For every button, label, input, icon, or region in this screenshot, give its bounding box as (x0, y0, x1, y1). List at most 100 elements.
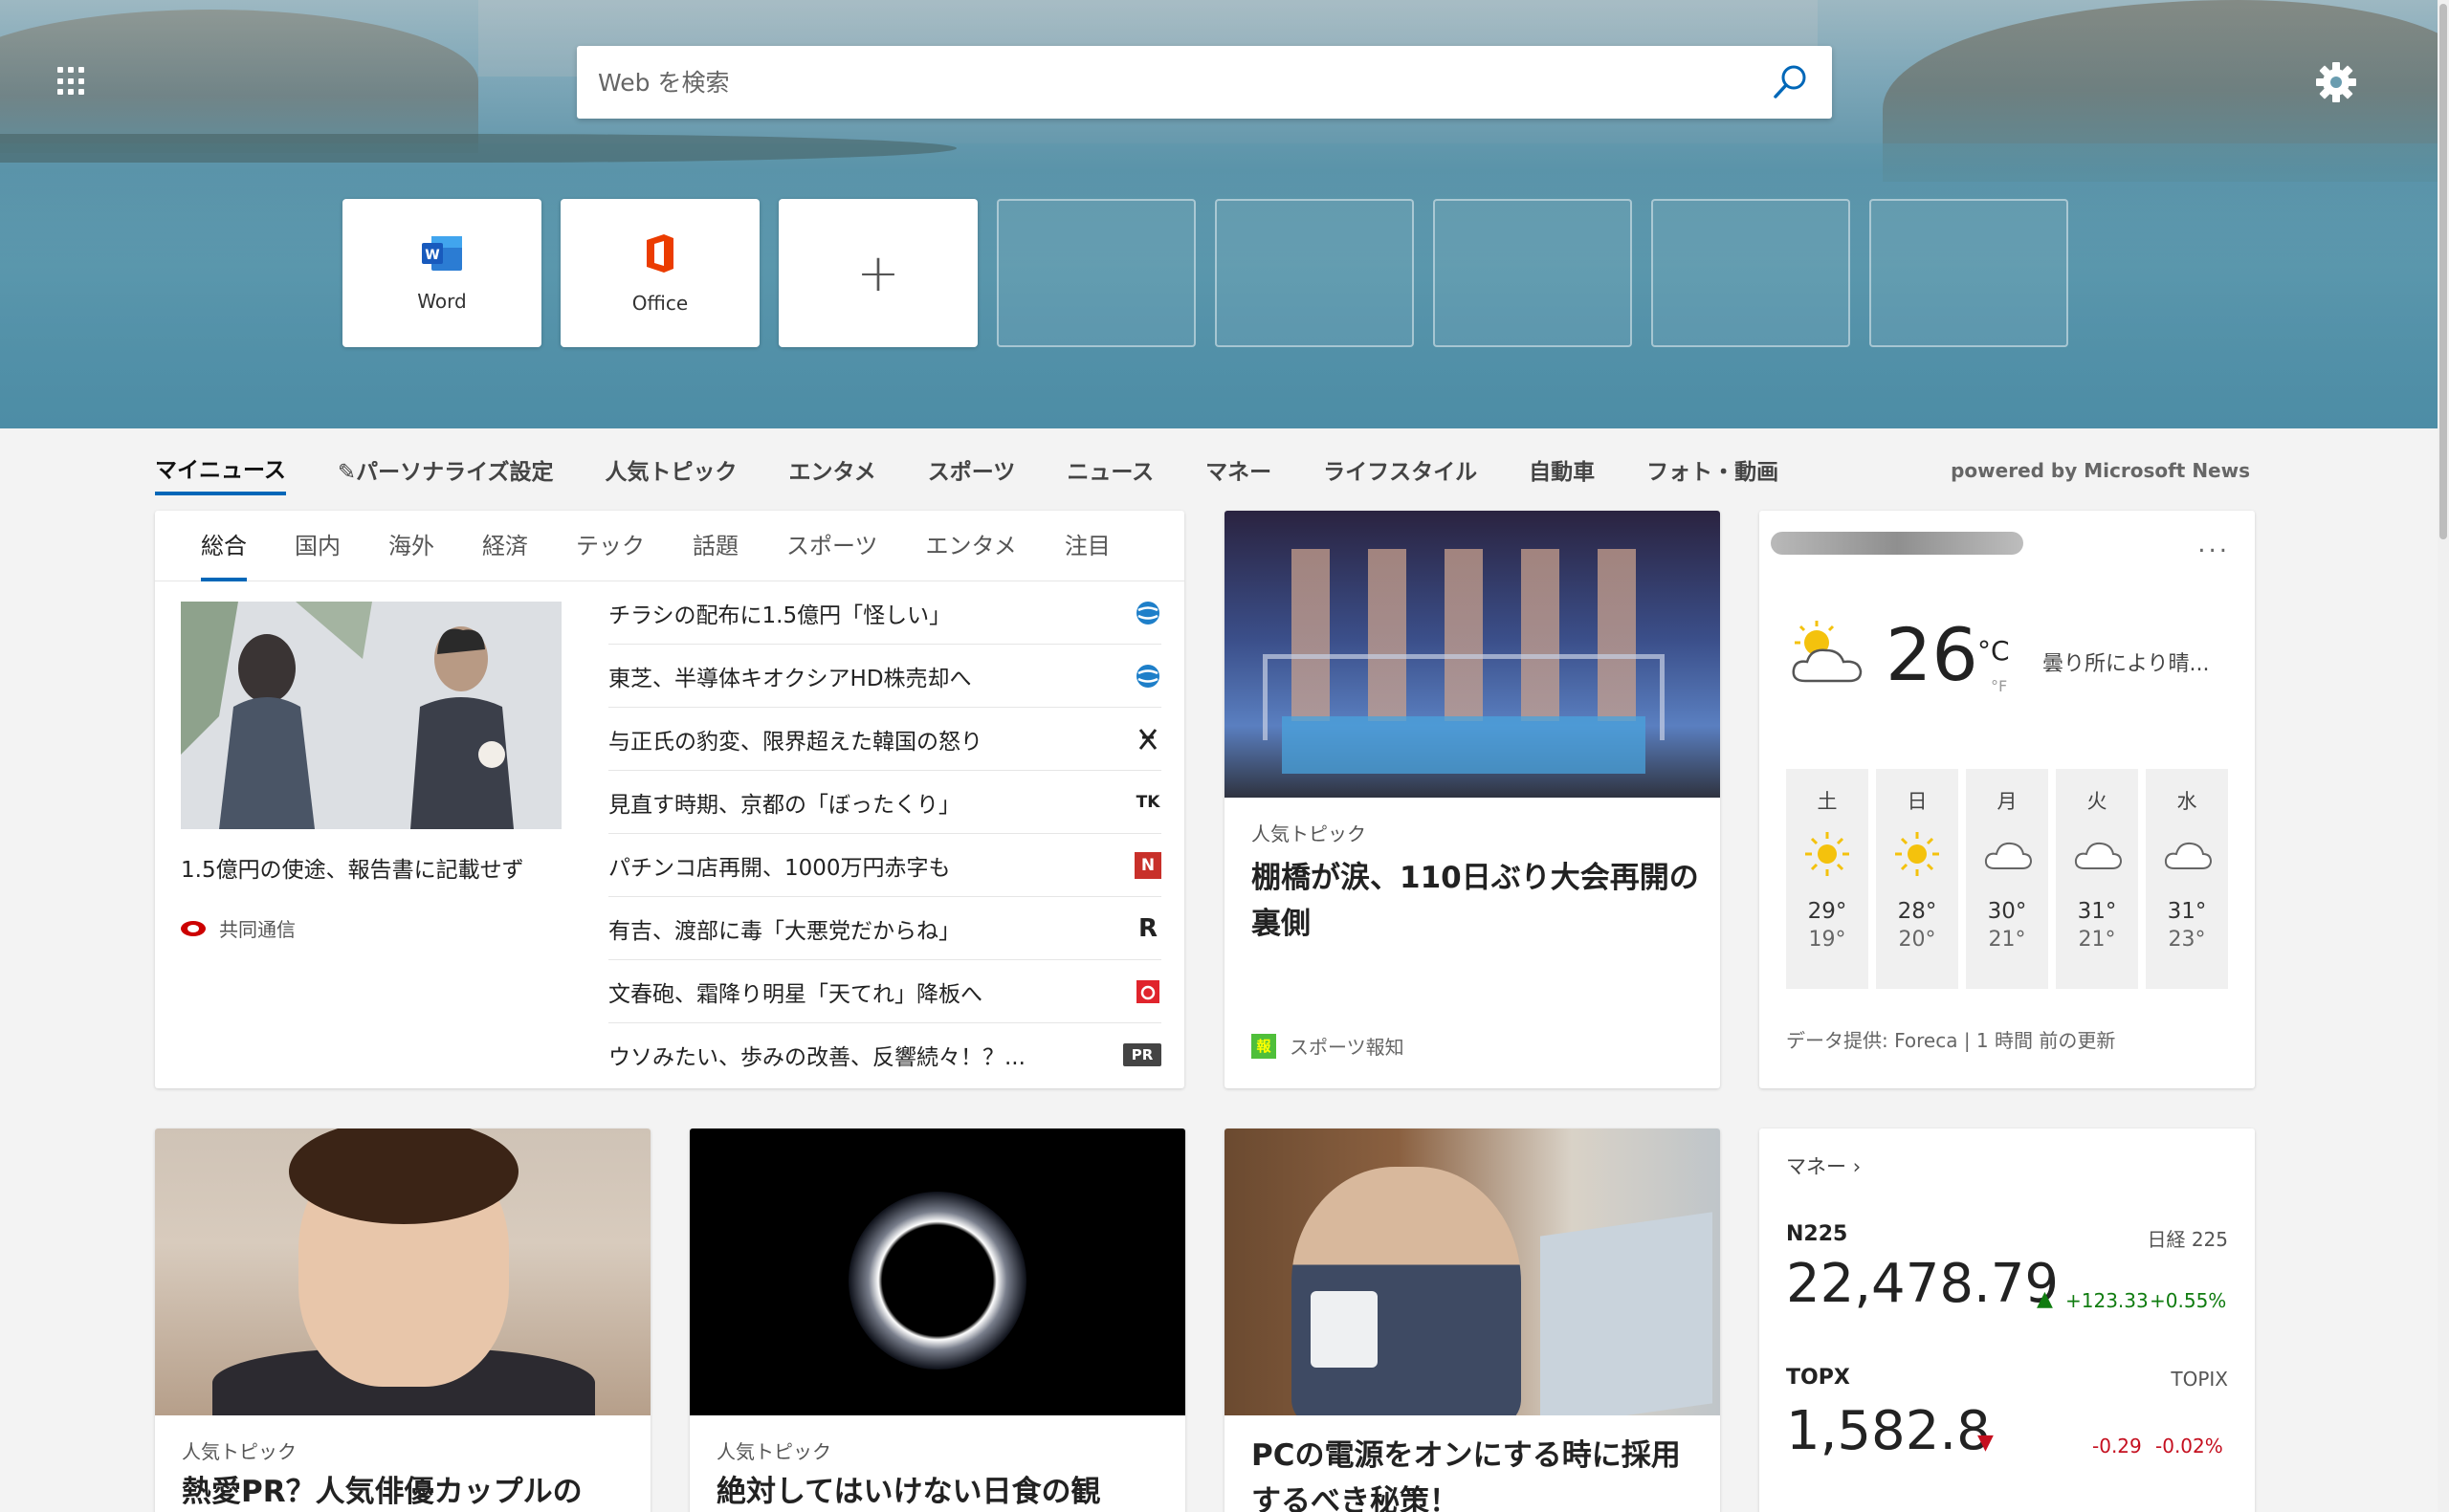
bunshun-logo-icon (1136, 979, 1159, 1003)
unit-fahrenheit[interactable]: °F (1991, 677, 2007, 695)
news-list-item[interactable]: 文春砲、霜降り明星「天てれ」降板へ (608, 960, 1161, 1023)
ring-mat (1282, 716, 1645, 774)
quick-links: W Word Office + (342, 199, 2068, 347)
nav-money[interactable]: マネー (1205, 453, 1271, 493)
forecast-day-name: 日 (1907, 790, 1928, 813)
subtab-world[interactable]: 海外 (388, 511, 434, 581)
money-header-link[interactable]: マネー › (1786, 1151, 1861, 1180)
forecast-day[interactable]: 土 29° 19° (1786, 769, 1868, 989)
news-list: チラシの配布に1.5億円「怪しい」 東芝、半導体キオクシアHD株売却へ 与正氏の… (608, 581, 1161, 1086)
news-list-item[interactable]: パチンコ店再開、1000万円赤字も N (608, 834, 1161, 897)
news-card-title[interactable]: 熱愛PR？人気俳優カップルの (182, 1469, 631, 1512)
partly-sunny-icon (1792, 621, 1863, 683)
powered-by-label: powered by Microsoft News (1951, 459, 2250, 482)
search-input[interactable] (598, 68, 1769, 97)
add-quick-link-button[interactable]: + (779, 199, 978, 347)
forecast-day[interactable]: 火 31° 21° (2056, 769, 2138, 989)
search-icon[interactable] (1769, 61, 1811, 103)
pr-badge: PR (1123, 1043, 1161, 1066)
feature-source: 報 スポーツ報知 (1251, 1032, 1404, 1060)
index-symbol[interactable]: N225 (1786, 1222, 1847, 1246)
subtab-topics[interactable]: 話題 (693, 511, 739, 581)
forecast-high: 29° (1807, 899, 1847, 924)
quick-link-word[interactable]: W Word (342, 199, 541, 347)
news-list-item[interactable]: 東芝、半導体キオクシアHD株売却へ (608, 645, 1161, 708)
nav-news[interactable]: ニュース (1067, 453, 1154, 493)
headline-source-name: 共同通信 (219, 918, 296, 941)
headline-photo (181, 602, 562, 829)
news-card[interactable]: 人気トピック 熱愛PR？人気俳優カップルの (155, 1129, 651, 1512)
subtab-featured[interactable]: 注目 (1065, 511, 1111, 581)
empty-quick-link-slot (1433, 199, 1632, 347)
forecast-day[interactable]: 月 30° 21° (1966, 769, 2048, 989)
apps-grid-icon[interactable] (55, 65, 88, 98)
search-box (577, 46, 1832, 119)
office-icon (647, 233, 673, 273)
empty-quick-link-slot (1869, 199, 2068, 347)
forecast-high: 31° (2167, 899, 2207, 924)
up-arrow-icon: ▲ (2037, 1287, 2053, 1311)
plus-icon: + (856, 242, 900, 303)
news-list-title: 見直す時期、京都の「ぼったくり」 (608, 792, 960, 818)
subtab-tech[interactable]: テック (576, 511, 645, 581)
unit-celsius[interactable]: °C (1977, 635, 2010, 667)
index-change-percent: -0.02% (2155, 1435, 2223, 1457)
index-change: -0.29 (2092, 1435, 2142, 1457)
weather-description: 曇り所により晴... (2042, 652, 2210, 676)
empty-quick-link-slot (997, 199, 1196, 347)
empty-quick-link-slot (1651, 199, 1850, 347)
subtab-sports[interactable]: スポーツ (786, 511, 878, 581)
subtab-entertainment[interactable]: エンタメ (926, 511, 1017, 581)
pencil-icon: ✎ (337, 460, 357, 485)
subtab-general[interactable]: 総合 (201, 511, 247, 581)
cloud-icon (2074, 842, 2123, 869)
news-card-tag: 人気トピック (182, 1440, 297, 1463)
index-symbol[interactable]: TOPX (1786, 1366, 1850, 1390)
svg-text:W: W (425, 248, 439, 263)
forecast-day-name: 水 (2176, 790, 2197, 813)
weather-forecast: 土 29° 19° 日 28° 20° 月 30° 21° 火 31° 21° … (1786, 769, 2228, 989)
headline-image[interactable] (181, 602, 562, 829)
feature-title[interactable]: 棚橋が涙、110日ぶり大会再開の裏側 (1251, 855, 1701, 947)
empty-quick-link-slot (1215, 199, 1414, 347)
scrollbar-thumb[interactable] (2439, 4, 2447, 539)
news-list-item[interactable]: チラシの配布に1.5億円「怪しい」 (608, 581, 1161, 645)
news-card-title[interactable]: PCの電源をオンにする時に採用するべき秘策！ (1251, 1433, 1701, 1512)
news-list-item[interactable]: 見直す時期、京都の「ぼったくり」 TK (608, 771, 1161, 834)
photo-mug (1311, 1291, 1378, 1368)
money-header-label: マネー (1786, 1155, 1846, 1178)
news-list-title: ウソみたい、歩みの改善、反響続々！？... (608, 1045, 1026, 1070)
nav-entertainment[interactable]: エンタメ (788, 453, 875, 493)
forecast-day[interactable]: 水 31° 23° (2146, 769, 2228, 989)
nav-my-news[interactable]: マイニュース (155, 451, 286, 495)
news-list-title: チラシの配布に1.5億円「怪しい」 (608, 603, 952, 628)
index-value: 1,582.8 (1786, 1400, 1991, 1462)
weather-location-redacted[interactable] (1771, 532, 2023, 555)
news-list-item[interactable]: 有吉、渡部に毒「大悪党だからね」 R (608, 897, 1161, 960)
subtab-economy[interactable]: 経済 (482, 511, 528, 581)
nav-autos[interactable]: 自動車 (1529, 453, 1595, 493)
nav-sports[interactable]: スポーツ (928, 453, 1016, 493)
forecast-low: 21° (2078, 928, 2116, 952)
news-list-title: 与正氏の豹変、限界超えた韓国の怒り (608, 729, 982, 755)
news-card[interactable]: 人気トピック 絶対してはいけない日食の観 (690, 1129, 1185, 1512)
headline-title[interactable]: 1.5億円の使途、報告書に記載せず (181, 851, 563, 884)
more-options-icon[interactable]: ... (2197, 530, 2230, 559)
nav-photo-video[interactable]: フォト・動画 (1646, 453, 1778, 493)
news-list-item[interactable]: 与正氏の豹変、限界超えた韓国の怒り (608, 708, 1161, 771)
forecast-low: 19° (1808, 928, 1846, 952)
nav-lifestyle[interactable]: ライフスタイル (1323, 453, 1477, 493)
quick-link-office[interactable]: Office (561, 199, 760, 347)
subtab-domestic[interactable]: 国内 (295, 511, 341, 581)
feature-card-wrestling[interactable]: 人気トピック 棚橋が涙、110日ぶり大会再開の裏側 報 スポーツ報知 (1224, 511, 1720, 1088)
forecast-day[interactable]: 日 28° 20° (1876, 769, 1958, 989)
nav-popular[interactable]: 人気トピック (605, 453, 737, 493)
news-list-item[interactable]: ウソみたい、歩みの改善、反響続々！？... PR (608, 1023, 1161, 1086)
feature-image (1224, 511, 1720, 798)
nav-personalize[interactable]: ✎パーソナライズ設定 (338, 453, 554, 493)
photo-laptop (1540, 1212, 1712, 1415)
settings-gear-icon[interactable] (2313, 59, 2359, 105)
page-scrollbar[interactable] (2438, 0, 2449, 1512)
news-card[interactable]: PCの電源をオンにする時に採用するべき秘策！ (1224, 1129, 1720, 1512)
news-card-title[interactable]: 絶対してはいけない日食の観 (717, 1469, 1166, 1512)
